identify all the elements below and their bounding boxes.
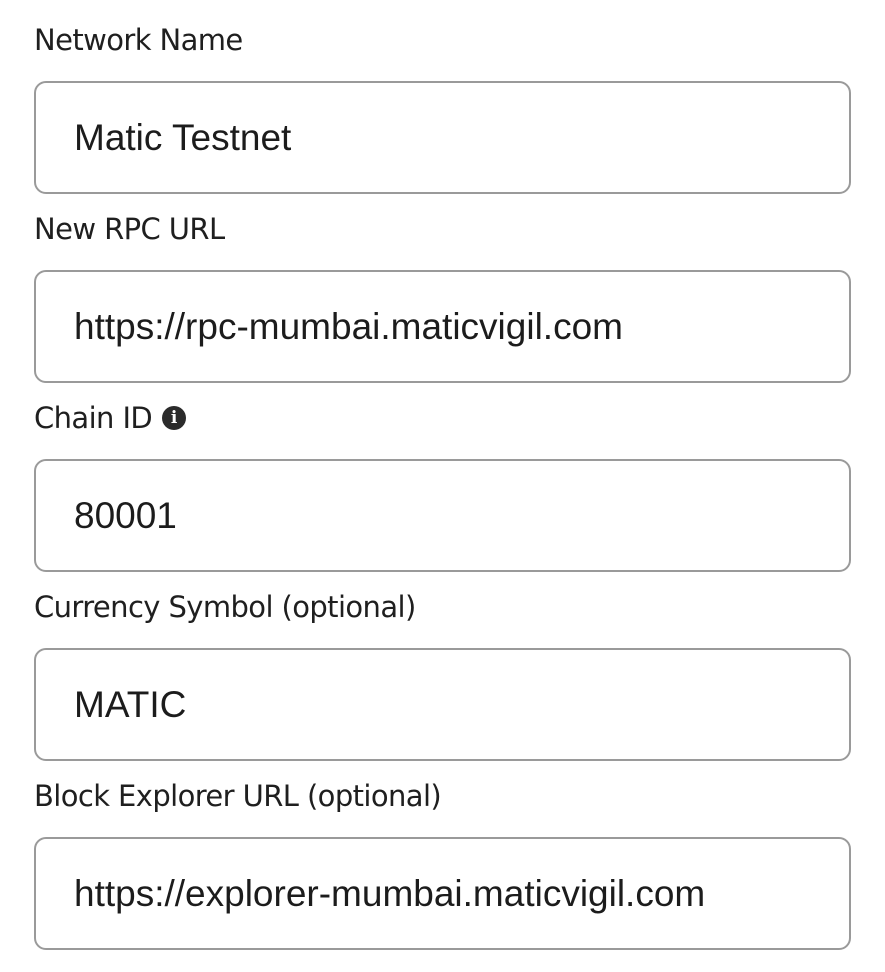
currency-symbol-input[interactable] <box>34 648 851 761</box>
block-explorer-url-field: Block Explorer URL (optional) <box>34 756 851 950</box>
block-explorer-url-label-row: Block Explorer URL (optional) <box>34 778 442 814</box>
rpc-url-label-row: New RPC URL <box>34 211 225 247</box>
rpc-url-input[interactable] <box>34 270 851 383</box>
network-name-label: Network Name <box>34 23 243 57</box>
network-name-field: Network Name <box>34 0 851 194</box>
network-name-label-row: Network Name <box>34 22 243 58</box>
info-icon[interactable]: i <box>162 406 187 430</box>
rpc-url-label: New RPC URL <box>34 212 225 246</box>
block-explorer-url-input[interactable] <box>34 837 851 950</box>
chain-id-input[interactable] <box>34 459 851 572</box>
chain-id-label: Chain ID <box>34 401 153 435</box>
block-explorer-url-label: Block Explorer URL (optional) <box>34 779 442 813</box>
chain-id-field: Chain ID i <box>34 378 851 572</box>
currency-symbol-label-row: Currency Symbol (optional) <box>34 589 416 625</box>
currency-symbol-label: Currency Symbol (optional) <box>34 590 416 624</box>
network-name-input[interactable] <box>34 81 851 194</box>
rpc-url-field: New RPC URL <box>34 189 851 383</box>
currency-symbol-field: Currency Symbol (optional) <box>34 567 851 761</box>
chain-id-label-row: Chain ID i <box>34 400 187 436</box>
